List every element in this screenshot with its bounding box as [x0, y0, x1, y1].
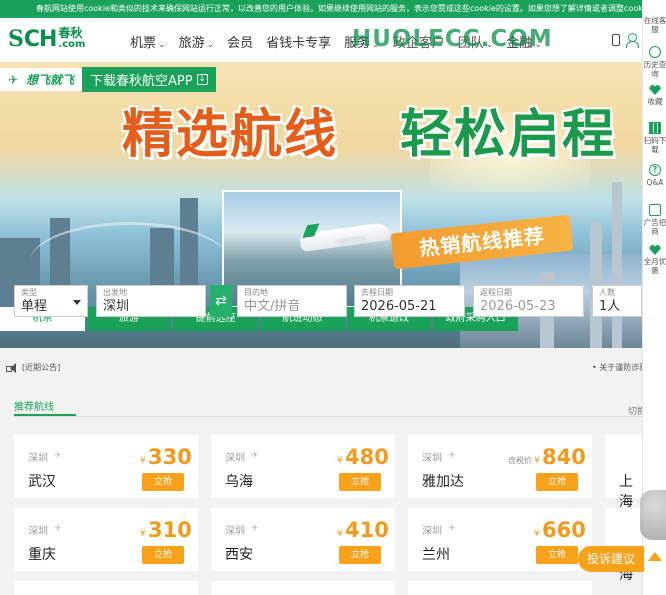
- route-card[interactable]: [408, 581, 592, 595]
- swap-icon: ⇄: [215, 293, 227, 309]
- announcement-bar: [近期公告] • 关于谨防诈骗: [0, 357, 647, 379]
- feedback-button[interactable]: 投诉建议: [578, 546, 644, 572]
- passenger-count-select[interactable]: 人数 1人: [592, 285, 642, 317]
- cookie-notice-text: 春航网站使用cookie和类似的技术来确保网站运行正常，以改善您的用户体验。如果…: [36, 4, 666, 13]
- buy-button[interactable]: 立抢: [142, 546, 184, 564]
- brand-cn-top: 春秋: [58, 26, 83, 40]
- user-icon[interactable]: [626, 33, 639, 48]
- airplane-icon: ✈: [448, 524, 456, 534]
- heart-icon: [649, 84, 661, 95]
- brand-ch: CH: [23, 26, 58, 52]
- headline-left: 精选航线: [122, 105, 339, 165]
- qr-code-icon: [649, 122, 661, 134]
- buy-button[interactable]: 立抢: [536, 473, 578, 491]
- question-icon: ?: [649, 164, 661, 176]
- buy-button[interactable]: 立抢: [536, 546, 578, 564]
- site-watermark: HUOLECC.COM: [352, 26, 553, 52]
- caret-down-icon: [73, 300, 81, 305]
- download-icon: ↓: [196, 73, 208, 85]
- depart-date-input[interactable]: 去程日期 2026-05-21: [354, 285, 465, 317]
- route-card[interactable]: [14, 581, 198, 595]
- brand-logo[interactable]: S CH 春秋 .com: [8, 26, 85, 52]
- sidebar-item-scan-download[interactable]: 扫码下载: [643, 122, 666, 154]
- return-date-input[interactable]: 返程日期 2026-05-23: [473, 285, 584, 317]
- app-download-tag[interactable]: ✈ 想飞就飞 下载春秋航空APP ↓: [0, 66, 216, 92]
- route-card[interactable]: 深圳 ✈ 武汉 ¥ 330 立抢: [14, 435, 198, 498]
- flight-search-form: 类型 单程 出发地 深圳 ⇄ 目的地 中文/拼音 去程日期 2026-05-21…: [0, 269, 642, 348]
- origin-input[interactable]: 出发地 深圳: [96, 285, 206, 317]
- brand-mark-icon: S: [8, 26, 24, 52]
- chevron-down-icon: ⌄: [158, 40, 166, 50]
- route-card[interactable]: 深圳 ✈ 兰州 ¥ 660 立抢: [408, 508, 592, 571]
- fraud-notice-link[interactable]: • 关于谨防诈骗: [592, 362, 647, 373]
- announcement-link[interactable]: [近期公告]: [22, 362, 60, 373]
- airplane-icon: ✈: [251, 524, 259, 534]
- nav-item-saving-card[interactable]: 省钱卡专享: [266, 32, 331, 51]
- cookie-notice-bar: 春航网站使用cookie和类似的技术来确保网站运行正常，以改善您的用户体验。如果…: [0, 0, 666, 18]
- route-card[interactable]: [211, 581, 395, 595]
- nav-item-member[interactable]: 会员: [227, 32, 253, 51]
- mascot-illustration: [640, 490, 666, 540]
- destination-input[interactable]: 目的地 中文/拼音: [237, 285, 347, 317]
- arrow-up-icon: [648, 552, 662, 561]
- brand-cn-bottom: .com: [58, 39, 86, 50]
- airplane-icon: ✈: [54, 524, 62, 534]
- airplane-icon: ✈: [54, 451, 62, 461]
- ad-icon: [649, 204, 661, 216]
- recommended-routes-tab[interactable]: 推荐航线: [14, 398, 54, 413]
- route-card[interactable]: 深圳 ✈ 雅加达 含税价 ¥ 840 立抢: [408, 435, 592, 498]
- sidebar-item-online-service[interactable]: 在线客服: [643, 16, 666, 34]
- nav-item-flights[interactable]: 机票 ⌄: [130, 32, 166, 51]
- sidebar-item-favorite[interactable]: 收藏: [643, 84, 666, 106]
- sidebar-item-qa[interactable]: ? Q&A: [643, 164, 666, 187]
- airplane-icon: ✈: [448, 451, 456, 461]
- route-card[interactable]: 深圳 ✈ 乌海 ¥ 480 立抢: [211, 435, 395, 498]
- sidebar-item-ad[interactable]: 广告招商: [643, 204, 666, 236]
- headline-right: 轻松启程: [400, 105, 617, 165]
- route-card[interactable]: 深圳 ✈ 重庆 ¥ 310 立抢: [14, 508, 198, 571]
- route-card[interactable]: 深圳 ✈ 西安 ¥ 410 立抢: [211, 508, 395, 571]
- mobile-phone-icon[interactable]: [612, 34, 620, 46]
- buy-button[interactable]: 立抢: [339, 546, 381, 564]
- airplane-icon: ✈: [8, 72, 19, 87]
- sidebar-item-monthly-deal[interactable]: 全月优惠: [643, 244, 666, 275]
- tax-included-label: 含税价: [508, 456, 532, 465]
- route-card[interactable]: 上海: [605, 435, 642, 510]
- top-navigation: S CH 春秋 .com 机票 ⌄ 旅游 ⌄ 会员 省钱卡专享 服务 ⌄ 政企客户 团…: [0, 18, 642, 62]
- back-to-top-button[interactable]: [643, 552, 666, 563]
- swap-cities-button[interactable]: ⇄: [210, 285, 232, 317]
- airplane-icon: ✈: [251, 451, 259, 461]
- sidebar-item-history[interactable]: 历史查询: [643, 46, 666, 78]
- buy-button[interactable]: 立抢: [142, 473, 184, 491]
- nav-item-travel[interactable]: 旅游 ⌄: [179, 32, 215, 51]
- discount-icon: [649, 244, 661, 255]
- chevron-down-icon: ⌄: [206, 40, 215, 50]
- trip-type-select[interactable]: 类型 单程: [14, 285, 88, 317]
- brand-slogan: ✈ 想飞就飞: [0, 67, 83, 91]
- download-app-link[interactable]: 下载春秋航空APP ↓: [82, 66, 216, 92]
- history-icon: [649, 46, 661, 58]
- buy-button[interactable]: 立抢: [339, 473, 381, 491]
- speaker-icon: [6, 363, 18, 373]
